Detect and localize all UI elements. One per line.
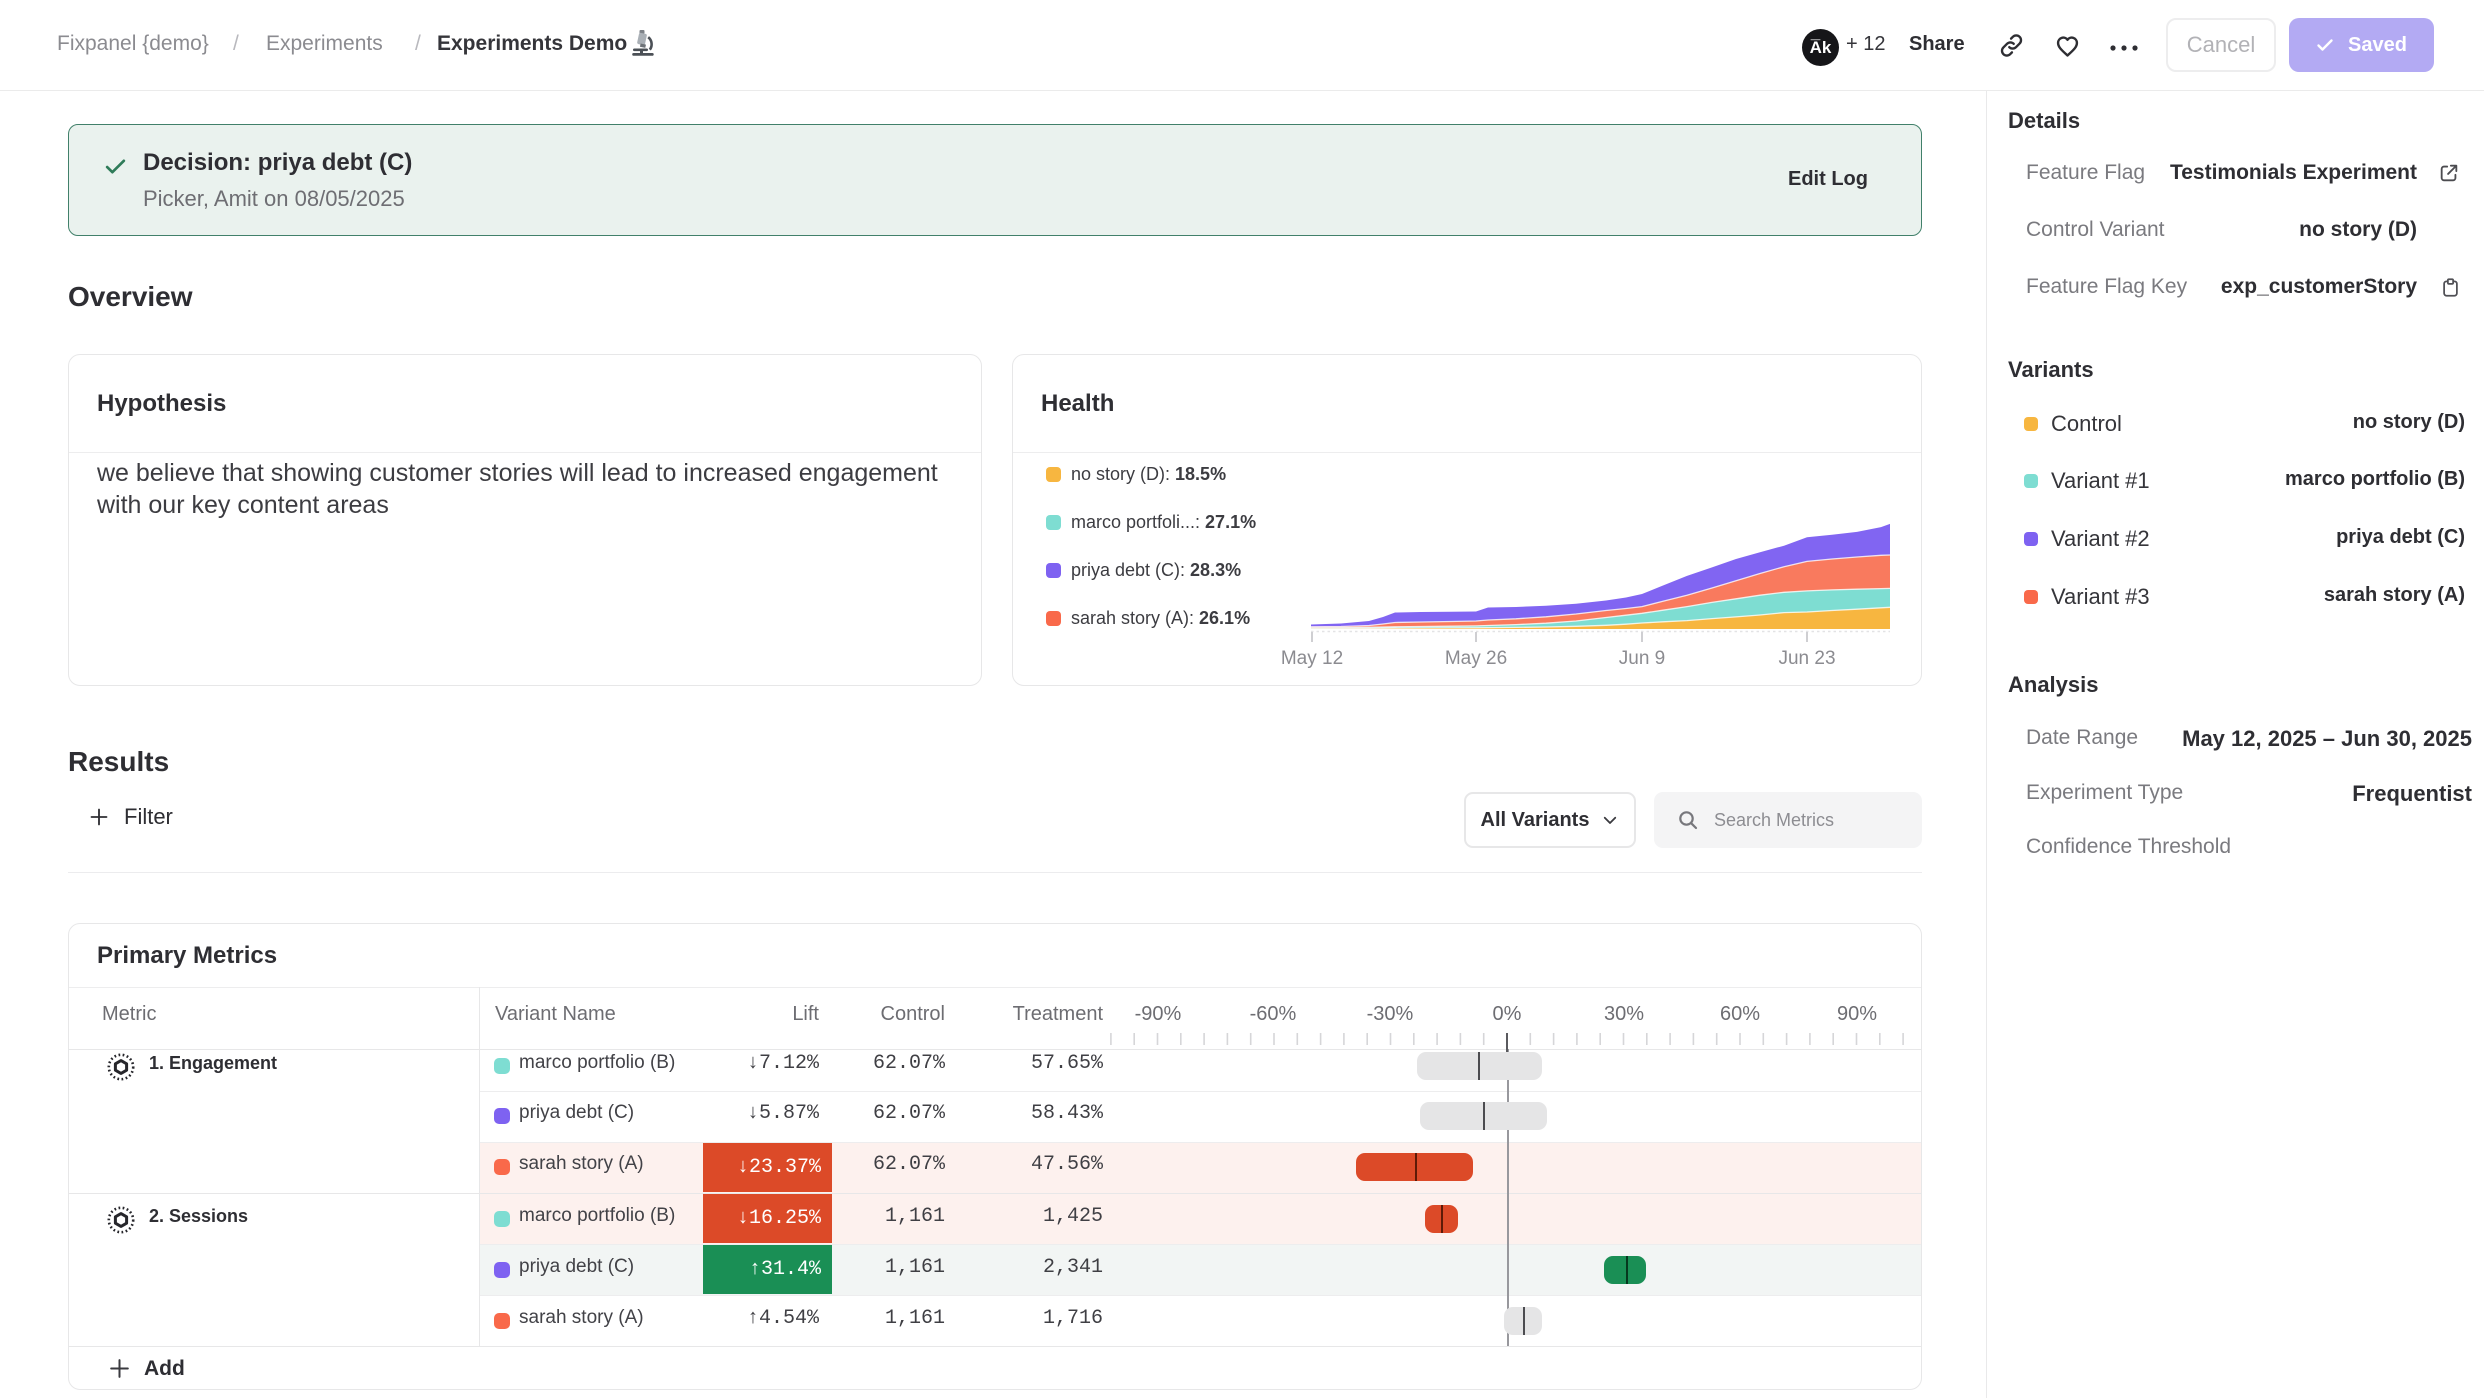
svg-text:May 26: May 26 [1445,648,1507,669]
svg-text:May 12: May 12 [1281,648,1343,669]
svg-text:Jun 9: Jun 9 [1619,648,1665,669]
svg-text:Jun 23: Jun 23 [1778,648,1835,669]
